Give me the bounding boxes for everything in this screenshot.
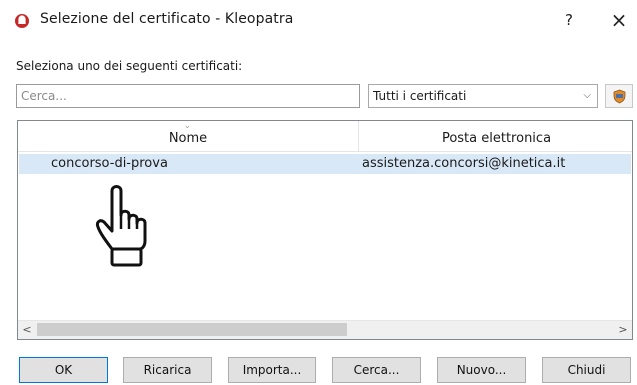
chevron-down-icon: ⌵ <box>583 90 591 101</box>
close-button[interactable]: Chiudi <box>542 357 631 383</box>
scroll-right-arrow[interactable]: > <box>614 321 632 339</box>
sort-indicator-icon: ⌄ <box>184 121 191 130</box>
filter-selected-value: Tutti i certificati <box>373 89 467 103</box>
title-bar: Selezione del certificato - Kleopatra ? … <box>0 0 637 40</box>
certificate-details-button[interactable] <box>605 84 633 108</box>
import-button[interactable]: Importa... <box>228 357 316 383</box>
certificate-details-icon <box>613 89 626 104</box>
certificate-table: ⌄ Nome Posta elettronica concorso-di-pro… <box>17 120 633 340</box>
ok-button[interactable]: OK <box>19 357 108 383</box>
column-header-email[interactable]: Posta elettronica <box>359 121 632 152</box>
scrollbar-thumb[interactable] <box>37 323 347 336</box>
hand-pointer-icon <box>96 185 147 267</box>
help-button[interactable]: ? <box>555 6 583 34</box>
cell-email: assistenza.concorsi@kinetica.it <box>362 156 566 171</box>
select-certificate-label: Seleziona uno dei seguenti certificati: <box>16 59 243 73</box>
search-input[interactable] <box>16 84 360 108</box>
scroll-left-arrow[interactable]: < <box>18 321 36 339</box>
search-button[interactable]: Cerca... <box>332 357 421 383</box>
horizontal-scrollbar[interactable]: < > <box>18 320 632 339</box>
reload-button[interactable]: Ricarica <box>123 357 212 383</box>
column-header-name[interactable]: ⌄ Nome <box>18 121 359 152</box>
close-window-button[interactable]: × <box>604 6 634 34</box>
certificate-filter-dropdown[interactable]: Tutti i certificati ⌵ <box>368 84 598 108</box>
new-button[interactable]: Nuovo... <box>437 357 526 383</box>
window-title: Selezione del certificato - Kleopatra <box>40 11 294 27</box>
kleopatra-icon <box>15 14 29 28</box>
cell-name: concorso-di-prova <box>51 156 168 171</box>
table-row[interactable]: concorso-di-prova assistenza.concorsi@ki… <box>19 154 631 174</box>
